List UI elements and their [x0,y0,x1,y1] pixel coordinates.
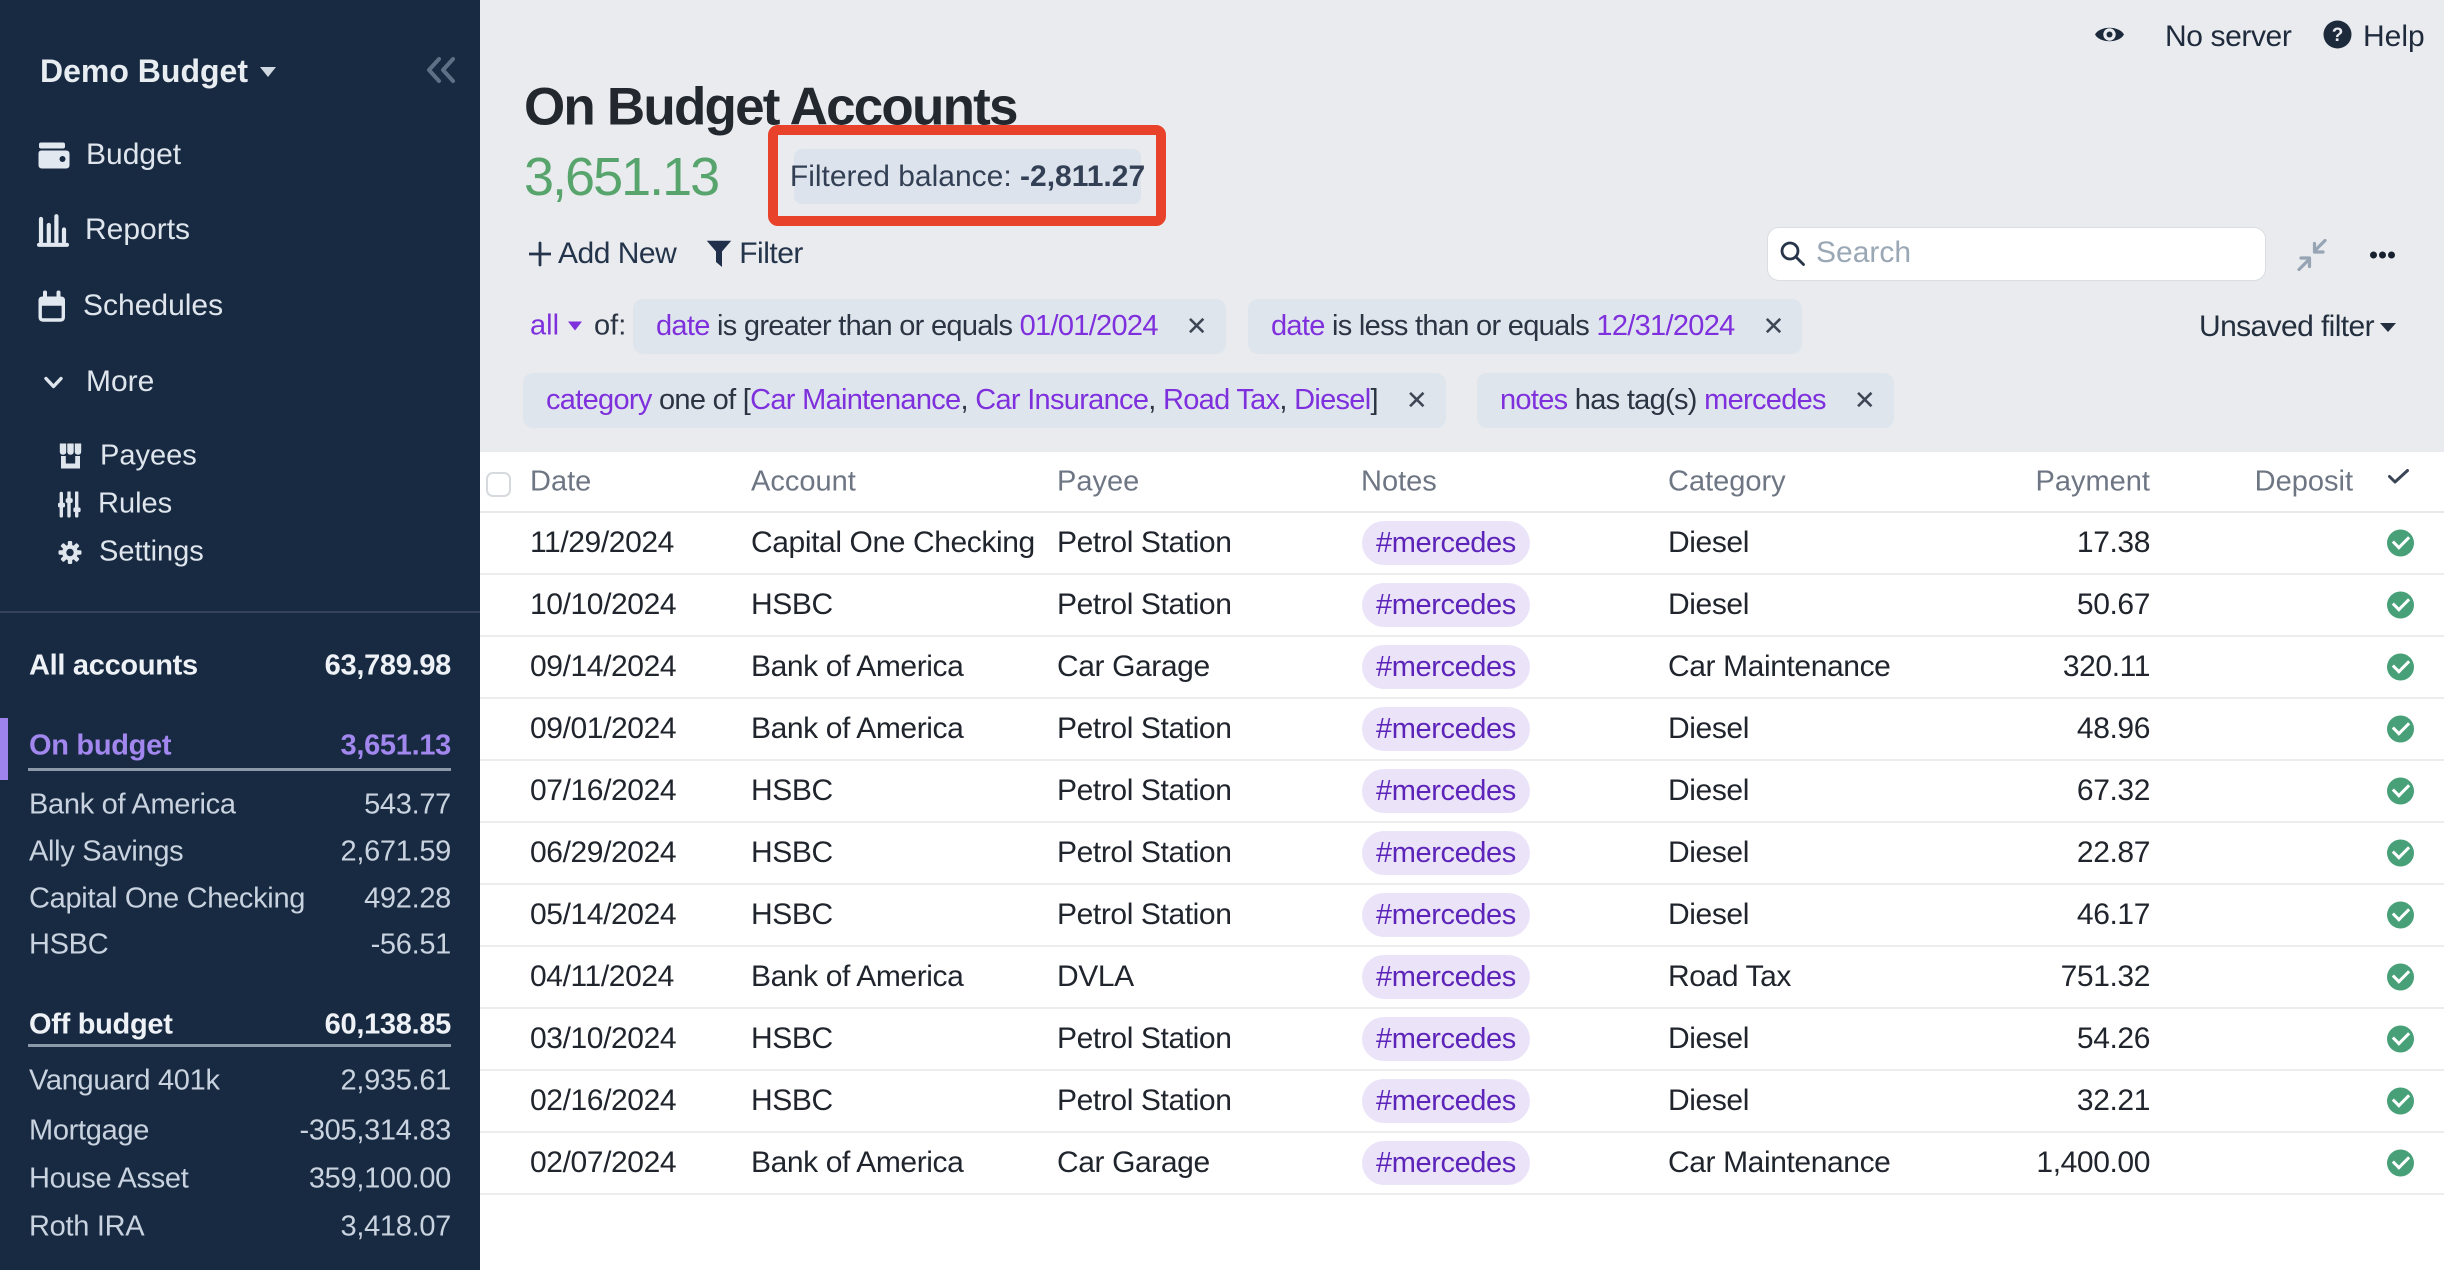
svg-text:?: ? [2332,25,2344,46]
